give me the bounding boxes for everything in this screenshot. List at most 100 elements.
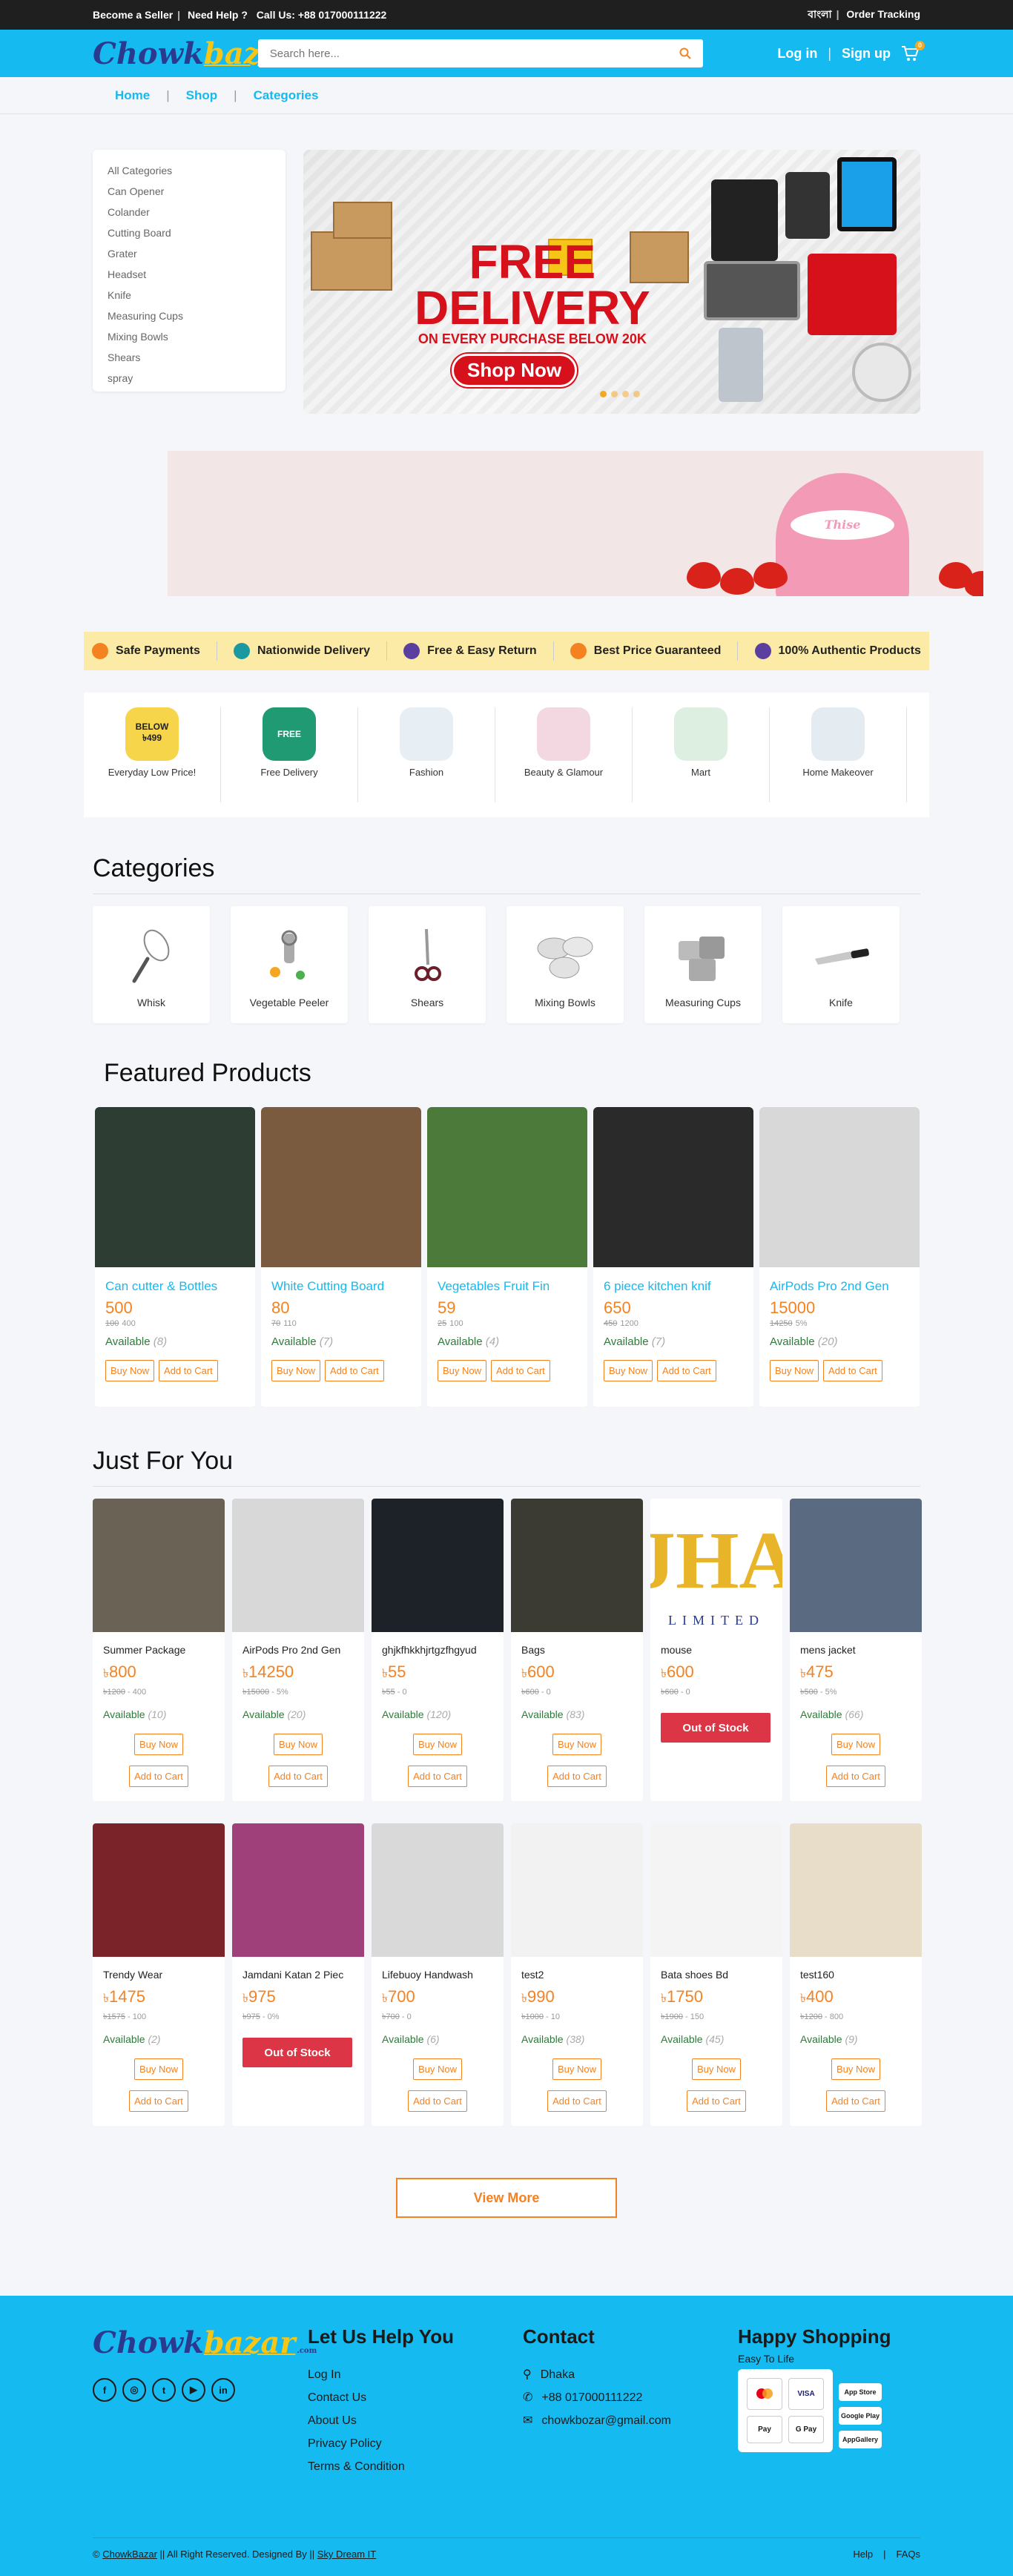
footer-link[interactable]: About Us xyxy=(308,2409,523,2432)
product-image[interactable] xyxy=(511,1499,643,1632)
category-card[interactable]: Vegetable Peeler xyxy=(231,906,348,1023)
buy-now-button[interactable]: Buy Now xyxy=(133,1734,184,1755)
footer-link[interactable]: Log In xyxy=(308,2363,523,2386)
add-to-cart-button[interactable]: Add to Cart xyxy=(268,1766,328,1787)
product-image[interactable] xyxy=(790,1823,922,1957)
product-name[interactable]: Bags xyxy=(521,1644,633,1657)
product-image[interactable] xyxy=(232,1823,364,1957)
sidebar-category-item[interactable]: Knife xyxy=(108,285,271,306)
featured-product-card[interactable]: AirPods Pro 2nd Gen 15000 14250 5% Available… xyxy=(759,1107,920,1407)
sidebar-category-item[interactable]: Cutting Board xyxy=(108,222,271,243)
contact-email[interactable]: chowkbozar@gmail.com xyxy=(541,2409,671,2432)
product-image[interactable] xyxy=(372,1823,504,1957)
buy-now-button[interactable]: Buy Now xyxy=(105,1360,155,1381)
product-name[interactable]: Can cutter & Bottles xyxy=(105,1279,245,1294)
product-name[interactable]: AirPods Pro 2nd Gen xyxy=(770,1279,909,1294)
category-card[interactable]: Knife xyxy=(782,906,900,1023)
add-to-cart-button[interactable]: Add to Cart xyxy=(491,1360,550,1381)
copyright-brand[interactable]: ChowkBazar xyxy=(102,2549,157,2560)
product-image[interactable] xyxy=(650,1823,782,1957)
buy-now-button[interactable]: Buy Now xyxy=(412,2058,463,2080)
add-to-cart-button[interactable]: Add to Cart xyxy=(547,1766,607,1787)
quick-tile[interactable]: Fashion xyxy=(358,707,495,802)
product-image[interactable] xyxy=(511,1823,643,1957)
product-name[interactable]: Trendy Wear xyxy=(103,1969,214,1981)
youtube-icon[interactable]: ▶ xyxy=(182,2378,205,2402)
view-more-button[interactable]: View More xyxy=(396,2178,617,2218)
sidebar-category-item[interactable]: All Categories xyxy=(108,160,271,181)
out-of-stock-button[interactable]: Out of Stock xyxy=(242,2038,352,2067)
product-image[interactable] xyxy=(93,1499,225,1632)
quick-tile[interactable]: Home Makeover xyxy=(770,707,907,802)
buy-now-button[interactable]: Buy Now xyxy=(831,2058,881,2080)
product-card[interactable]: Trendy Wear ৳1475 ৳1575 - 100 Available (2)… xyxy=(93,1823,225,2126)
product-name[interactable]: Lifebuoy Handwash xyxy=(382,1969,493,1981)
buy-now-button[interactable]: Buy Now xyxy=(604,1360,653,1381)
out-of-stock-button[interactable]: Out of Stock xyxy=(661,1713,771,1743)
product-name[interactable]: Bata shoes Bd xyxy=(661,1969,772,1981)
sidebar-category-item[interactable]: Mixing Bowls xyxy=(108,326,271,347)
featured-product-card[interactable]: 6 piece kitchen knif 650 450 1200 Available … xyxy=(593,1107,753,1407)
category-card[interactable]: Shears xyxy=(369,906,486,1023)
buy-now-button[interactable]: Buy Now xyxy=(412,1734,463,1755)
sidebar-category-item[interactable]: Grater xyxy=(108,243,271,264)
product-card[interactable]: AirPods Pro 2nd Gen ৳14250 ৳15000 - 5% Avai… xyxy=(232,1499,364,1801)
become-seller-link[interactable]: Become a Seller xyxy=(93,9,173,21)
featured-product-card[interactable]: Vegetables Fruit Fin 59 25 100 Available (4)… xyxy=(427,1107,587,1407)
product-card[interactable]: Summer Package ৳800 ৳1200 - 400 Available (… xyxy=(93,1499,225,1801)
buy-now-button[interactable]: Buy Now xyxy=(552,1734,602,1755)
product-name[interactable]: Summer Package xyxy=(103,1644,214,1657)
linkedin-icon[interactable]: in xyxy=(211,2378,235,2402)
sidebar-category-item[interactable]: Can Opener xyxy=(108,181,271,202)
promo-banner[interactable]: Thise xyxy=(168,451,983,596)
google-play-badge[interactable]: Google Play xyxy=(839,2407,882,2425)
add-to-cart-button[interactable]: Add to Cart xyxy=(159,1360,218,1381)
footer-link[interactable]: Contact Us xyxy=(308,2386,523,2409)
product-card[interactable]: JHA LIMITED mouse ৳600 ৳600 - 0 Out of Stock xyxy=(650,1499,782,1801)
add-to-cart-button[interactable]: Add to Cart xyxy=(826,1766,885,1787)
language-switch[interactable]: বাংলা xyxy=(808,8,831,20)
product-name[interactable]: ghjkfhkkhjrtgzfhgyud xyxy=(382,1644,493,1657)
login-link[interactable]: Log in xyxy=(777,46,817,62)
add-to-cart-button[interactable]: Add to Cart xyxy=(408,2090,467,2112)
sidebar-category-item[interactable]: Headset xyxy=(108,264,271,285)
category-card[interactable]: Mixing Bowls xyxy=(506,906,624,1023)
nav-categories[interactable]: Categories xyxy=(254,88,319,103)
instagram-icon[interactable]: ◎ xyxy=(122,2378,146,2402)
add-to-cart-button[interactable]: Add to Cart xyxy=(687,2090,746,2112)
quick-tile[interactable]: Mart xyxy=(633,707,770,802)
buy-now-button[interactable]: Buy Now xyxy=(831,1734,881,1755)
buy-now-button[interactable]: Buy Now xyxy=(770,1360,819,1381)
product-name[interactable]: AirPods Pro 2nd Gen xyxy=(242,1644,354,1657)
search-icon[interactable] xyxy=(679,47,691,59)
product-image[interactable] xyxy=(427,1107,587,1267)
product-image[interactable] xyxy=(93,1823,225,1957)
sidebar-category-item[interactable]: Shears xyxy=(108,347,271,368)
featured-product-card[interactable]: White Cutting Board 80 70 110 Available (7) B… xyxy=(261,1107,421,1407)
product-card[interactable]: test160 ৳400 ৳1200 - 800 Available (9) Buy N… xyxy=(790,1823,922,2126)
product-image[interactable] xyxy=(759,1107,920,1267)
buy-now-button[interactable]: Buy Now xyxy=(438,1360,487,1381)
add-to-cart-button[interactable]: Add to Cart xyxy=(408,1766,467,1787)
add-to-cart-button[interactable]: Add to Cart xyxy=(657,1360,716,1381)
product-image[interactable] xyxy=(232,1499,364,1632)
cart-button[interactable]: 0 xyxy=(901,41,925,62)
product-image[interactable] xyxy=(790,1499,922,1632)
product-name[interactable]: Vegetables Fruit Fin xyxy=(438,1279,577,1294)
buy-now-button[interactable]: Buy Now xyxy=(133,2058,184,2080)
product-name[interactable]: mens jacket xyxy=(800,1644,911,1657)
product-card[interactable]: Lifebuoy Handwash ৳700 ৳700 - 0 Available (… xyxy=(372,1823,504,2126)
copyright-designer[interactable]: Sky Dream IT xyxy=(317,2549,376,2560)
product-name[interactable]: test160 xyxy=(800,1969,911,1981)
hero-banner[interactable]: FREE DELIVERY ON EVERY PURCHASE BELOW 20… xyxy=(303,150,920,414)
search-input[interactable] xyxy=(269,47,641,60)
add-to-cart-button[interactable]: Add to Cart xyxy=(547,2090,607,2112)
twitter-icon[interactable]: t xyxy=(152,2378,176,2402)
order-tracking-link[interactable]: Order Tracking xyxy=(846,8,920,20)
need-help-link[interactable]: Need Help ? xyxy=(188,9,248,21)
footer-link[interactable]: Privacy Policy xyxy=(308,2432,523,2455)
add-to-cart-button[interactable]: Add to Cart xyxy=(129,1766,188,1787)
quick-tile[interactable]: BELOW ৳499 Everyday Low Price! xyxy=(84,707,221,802)
add-to-cart-button[interactable]: Add to Cart xyxy=(826,2090,885,2112)
sidebar-category-item[interactable]: spray xyxy=(108,368,271,389)
